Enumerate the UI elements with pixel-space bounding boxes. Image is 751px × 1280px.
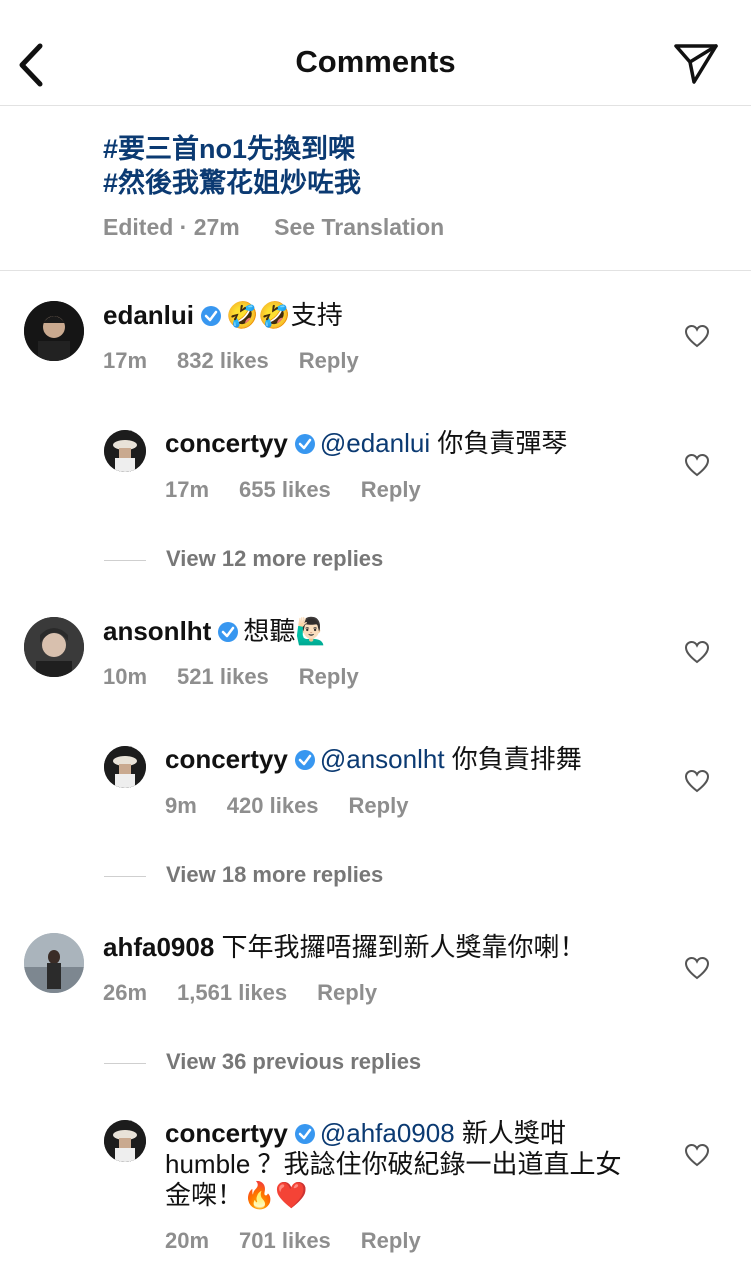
- username[interactable]: edanlui: [103, 300, 194, 330]
- see-translation-button[interactable]: See Translation: [274, 214, 444, 240]
- post-caption: #要三首no1先換到㗎 #然後我驚花姐炒咗我: [103, 132, 361, 200]
- like-count[interactable]: 832 likes: [177, 348, 269, 373]
- avatar[interactable]: [24, 301, 84, 361]
- username[interactable]: concertyy: [165, 1118, 288, 1148]
- heart-icon[interactable]: [684, 324, 710, 348]
- comment-text: concertyy @ansonlht 你負責排舞: [165, 744, 582, 775]
- comment-time: 20m: [165, 1228, 210, 1253]
- mention-link[interactable]: @ansonlht: [320, 744, 445, 774]
- view-more-label[interactable]: View 18 more replies: [166, 862, 383, 887]
- like-count[interactable]: 521 likes: [177, 664, 269, 689]
- heart-icon[interactable]: [684, 769, 710, 793]
- username[interactable]: ahfa0908: [103, 932, 214, 962]
- reply-button[interactable]: Reply: [361, 477, 421, 502]
- view-previous-label[interactable]: View 36 previous replies: [166, 1049, 421, 1074]
- avatar[interactable]: [104, 430, 146, 472]
- comment-meta: 10m 521 likes Reply: [103, 664, 389, 690]
- heart-icon[interactable]: [684, 956, 710, 980]
- comment-text: ansonlht 想聽🙋🏻‍♂️: [103, 616, 328, 647]
- view-more-replies[interactable]: View 12 more replies: [104, 546, 383, 572]
- comment-meta: 26m 1,561 likes Reply: [103, 980, 407, 1006]
- caption-meta: Edited · 27m See Translation: [103, 214, 444, 241]
- comment-text: concertyy @edanlui 你負責彈琴: [165, 428, 567, 459]
- reply-button[interactable]: Reply: [317, 980, 377, 1005]
- comment-body: 🤣🤣支持: [226, 300, 343, 330]
- comment-meta: 17m 832 likes Reply: [103, 348, 389, 374]
- verified-badge-icon: [294, 750, 315, 770]
- comment-meta: 9m 420 likes Reply: [165, 793, 438, 819]
- divider-line: [104, 1062, 146, 1064]
- send-button[interactable]: [672, 42, 720, 86]
- reply-button[interactable]: Reply: [299, 348, 359, 373]
- mention-link[interactable]: @ahfa0908: [320, 1118, 455, 1148]
- comment-text: ahfa0908 下年我攞唔攞到新人獎靠你喇！: [103, 932, 586, 963]
- comment-time: 9m: [165, 793, 197, 818]
- heart-icon[interactable]: [684, 640, 710, 664]
- avatar[interactable]: [24, 617, 84, 677]
- verified-badge-icon: [294, 434, 315, 454]
- comment-time: 17m: [103, 348, 148, 373]
- reply-button[interactable]: Reply: [299, 664, 359, 689]
- comment-body: 想聽🙋🏻‍♂️: [243, 616, 328, 646]
- comment-time: 17m: [165, 477, 210, 502]
- username[interactable]: ansonlht: [103, 616, 211, 646]
- comment-text: edanlui 🤣🤣支持: [103, 300, 343, 331]
- like-count[interactable]: 701 likes: [239, 1228, 331, 1253]
- verified-badge-icon: [218, 622, 239, 642]
- comment-body: 你負責彈琴: [430, 428, 568, 458]
- verified-badge-icon: [201, 306, 222, 326]
- comment-meta: 17m 655 likes Reply: [165, 477, 451, 503]
- verified-badge-icon: [294, 1124, 315, 1144]
- comment-body: 下年我攞唔攞到新人獎靠你喇！: [214, 932, 586, 962]
- mention-link[interactable]: @edanlui: [320, 428, 430, 458]
- username[interactable]: concertyy: [165, 428, 288, 458]
- comment-time: 26m: [103, 980, 148, 1005]
- divider: [0, 270, 751, 271]
- hashtag-link[interactable]: #要三首no1先換到㗎: [103, 132, 361, 166]
- comment-meta: 20m 701 likes Reply: [165, 1228, 451, 1254]
- paper-plane-icon: [674, 44, 718, 84]
- username[interactable]: concertyy: [165, 744, 288, 774]
- comment-time: 10m: [103, 664, 148, 689]
- like-count[interactable]: 420 likes: [227, 793, 319, 818]
- reply-button[interactable]: Reply: [361, 1228, 421, 1253]
- like-count[interactable]: 1,561 likes: [177, 980, 287, 1005]
- view-more-label[interactable]: View 12 more replies: [166, 546, 383, 571]
- edited-label: Edited · 27m: [103, 214, 240, 240]
- divider-line: [104, 559, 146, 561]
- heart-icon[interactable]: [684, 453, 710, 477]
- view-more-replies[interactable]: View 18 more replies: [104, 862, 383, 888]
- comment-text: concertyy @ahfa0908 新人獎咁humble ？我諗住你破紀錄一出…: [165, 1118, 635, 1211]
- page-title: Comments: [295, 44, 456, 79]
- heart-icon[interactable]: [684, 1143, 710, 1167]
- reply-button[interactable]: Reply: [349, 793, 409, 818]
- divider-line: [104, 875, 146, 877]
- avatar[interactable]: [104, 746, 146, 788]
- view-previous-replies[interactable]: View 36 previous replies: [104, 1049, 421, 1075]
- hashtag-link[interactable]: #然後我驚花姐炒咗我: [103, 166, 361, 200]
- comment-body: 你負責排舞: [444, 744, 582, 774]
- avatar[interactable]: [24, 933, 84, 993]
- like-count[interactable]: 655 likes: [239, 477, 331, 502]
- avatar[interactable]: [104, 1120, 146, 1162]
- header: Comments: [0, 0, 751, 106]
